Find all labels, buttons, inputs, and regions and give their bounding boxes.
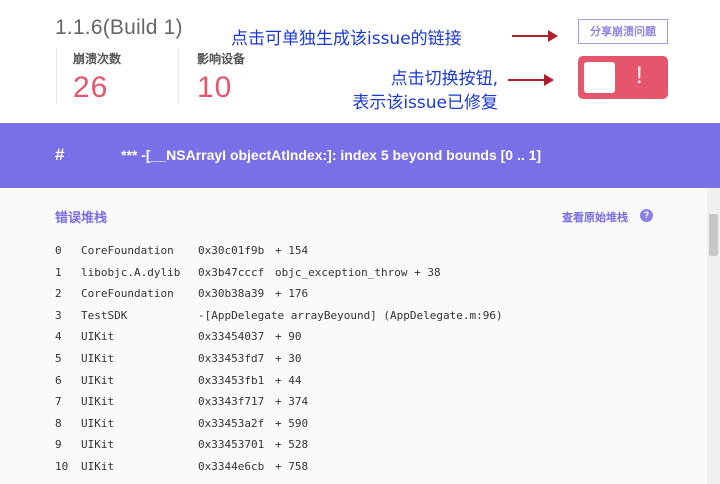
affected-devices-label: 影响设备 [197,52,246,66]
frame-library: UIKit [81,351,115,365]
frame-offset: + 44 [275,373,302,387]
frame-library: TestSDK [81,308,128,322]
frame-library: UIKit [81,459,115,473]
crash-count-label: 崩溃次数 [73,52,122,66]
frame-address: 0x33454037 [198,330,265,344]
frame-library: UIKit [81,373,115,387]
frame-index: 8 [55,416,62,430]
stack-frame: 3 TestSDK -[AppDelegate arrayBeyound] (A… [55,308,503,331]
frame-library: CoreFoundation [81,244,174,257]
exception-banner: # *** -[__NSArrayI objectAtIndex:]: inde… [0,123,720,188]
stack-frame: 6 UIKit 0x33453fb1 + 44 [55,373,302,396]
stack-frame: 2 CoreFoundation 0x30b38a39 + 176 [55,287,308,309]
frame-library: CoreFoundation [81,287,174,301]
scrollbar[interactable] [707,188,720,484]
stack-frame: 10 UIKit 0x3344e6cb + 758 [55,459,308,482]
toggle-annotation-line1: 点击切换按钮, [390,69,498,89]
toggle-annotation: 点击切换按钮, 表示该issue已修复 [352,67,498,115]
issue-header: 1.1.6(Build 1) 崩溃次数 26 影响设备 10 点击可单独生成该i… [0,0,720,123]
frame-offset: + 90 [275,330,302,344]
frame-offset: + 528 [275,438,309,452]
fixed-status-toggle[interactable]: ! [578,56,668,99]
stack-frame: 4 UIKit 0x33454037 + 90 [55,330,302,352]
frame-offset: + 590 [275,416,309,430]
stack-frames: 0 CoreFoundation 0x30c01f9b + 154 1 libo… [55,244,503,482]
stack-frame: 9 UIKit 0x33453701 + 528 [55,438,308,460]
stack-title: 错误堆栈 [55,211,108,226]
stack-frame: 7 UIKit 0x3343f717 + 374 [55,395,308,417]
frame-offset: + 758 [275,459,309,473]
help-icon[interactable]: ? [640,209,653,222]
share-crash-button[interactable]: 分享崩溃问题 [578,19,668,44]
crash-count-value: 26 [73,71,109,104]
frame-offset: + 374 [275,395,309,409]
frame-address: 0x3344e6cb [198,459,265,473]
frame-index: 2 [55,287,62,301]
frame-index: 4 [55,330,62,344]
frame-address: 0x33453a2f [198,416,265,430]
version-title: 1.1.6(Build 1) [55,16,183,39]
frame-index: 7 [55,395,62,409]
frame-address: 0x3b47cccf [198,265,265,279]
frame-offset: + 30 [275,351,302,365]
stack-frame: 1 libobjc.A.dylib 0x3b47cccf objc_except… [55,265,441,288]
crash-count-stat: 崩溃次数 26 [73,50,121,105]
stack-section: 错误堆栈 查看原始堆栈 ? 0 CoreFoundation 0x30c01f9… [0,188,720,484]
frame-offset: + 176 [275,287,309,301]
share-annotation: 点击可单独生成该issue的链接 [231,29,462,49]
frame-address: 0x30c01f9b [198,244,265,257]
affected-devices-stat: 影响设备 10 [197,50,245,105]
frame-library: libobjc.A.dylib [81,265,181,279]
frame-index: 5 [55,351,62,365]
frame-index: 6 [55,373,62,387]
stack-frame: 0 CoreFoundation 0x30c01f9b + 154 [55,244,308,266]
frame-offset: objc_exception_throw + 38 [275,265,441,279]
frame-address: 0x33453701 [198,438,265,452]
share-annotation-arrow [512,30,558,42]
hash-icon: # [55,145,65,164]
frame-library: UIKit [81,395,115,409]
frame-index: 1 [55,265,62,279]
frame-address: 0x33453fb1 [198,373,265,387]
toggle-knob [584,62,615,93]
frame-index: 9 [55,438,62,452]
exclamation-icon: ! [636,62,643,89]
frame-address: 0x30b38a39 [198,287,265,301]
divider [56,48,57,104]
view-raw-stack-link[interactable]: 查看原始堆栈 [562,209,628,225]
frame-index: 3 [55,308,62,322]
stack-frame: 8 UIKit 0x33453a2f + 590 [55,416,308,439]
frame-address: 0x3343f717 [198,395,265,409]
affected-devices-value: 10 [197,71,233,104]
toggle-annotation-line2: 表示该issue已修复 [352,93,498,113]
divider [178,48,179,104]
frame-index: 10 [55,459,69,473]
toggle-annotation-arrow [508,74,554,86]
frame-index: 0 [55,244,62,257]
frame-library: UIKit [81,416,115,430]
scrollbar-thumb[interactable] [709,214,718,256]
frame-library: UIKit [81,438,115,452]
exception-message: *** -[__NSArrayI objectAtIndex:]: index … [121,147,542,163]
frame-library: UIKit [81,330,115,344]
frame-address: 0x33453fd7 [198,351,265,365]
stack-frame: 5 UIKit 0x33453fd7 + 30 [55,351,302,374]
frame-symbol: -[AppDelegate arrayBeyound] (AppDelegate… [198,308,503,322]
frame-offset: + 154 [275,244,309,257]
